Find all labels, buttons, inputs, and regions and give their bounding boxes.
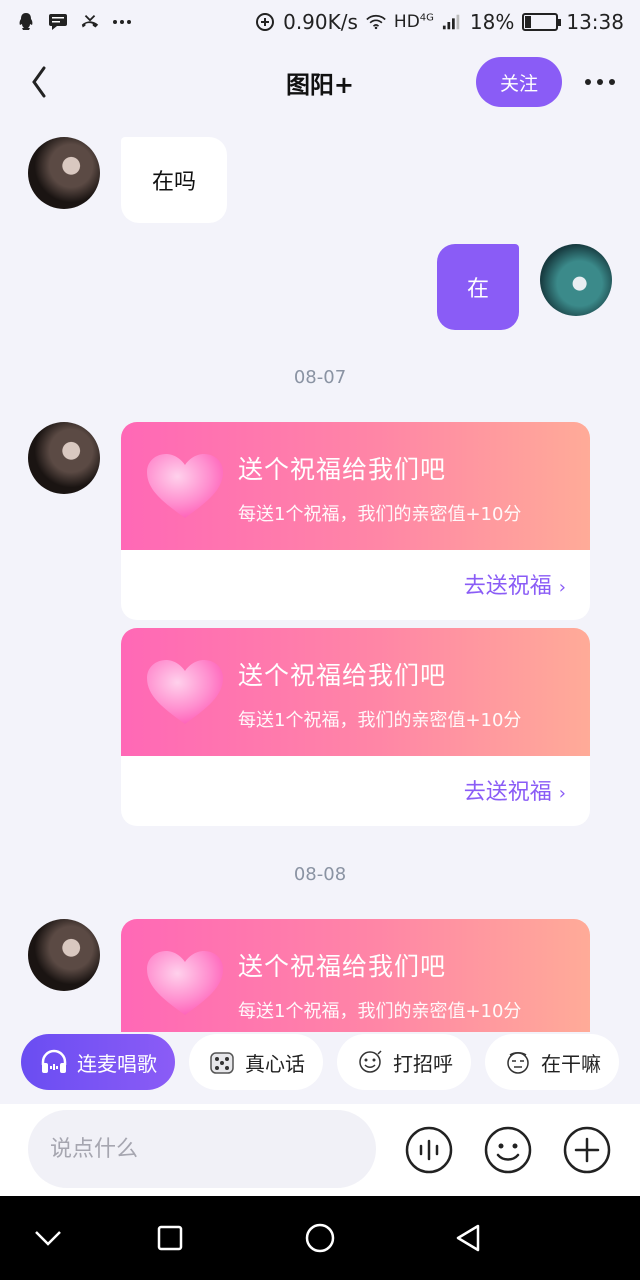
voice-wave-icon xyxy=(405,1126,453,1174)
follow-button[interactable]: 关注 xyxy=(476,57,562,107)
input-bar xyxy=(0,1104,640,1196)
contact-avatar[interactable] xyxy=(28,919,100,991)
status-right: 0.90K/s HD4G 18% 13:38 xyxy=(255,10,624,34)
add-button[interactable] xyxy=(563,1126,611,1174)
blessing-card: 送个祝福给我们吧 每送1个祝福，我们的亲密值+10分 去送祝福 › xyxy=(121,628,590,826)
battery-percent: 18% xyxy=(469,10,515,34)
outgoing-message: 在 xyxy=(437,244,519,330)
contact-avatar[interactable] xyxy=(28,422,100,494)
quick-action-label: 真心话 xyxy=(245,1051,305,1076)
missed-call-icon xyxy=(80,12,100,32)
quick-action-greet[interactable]: 打招呼 xyxy=(337,1034,471,1090)
blessing-card-title: 送个祝福给我们吧 xyxy=(238,952,447,981)
chevron-down-icon xyxy=(35,1231,61,1246)
nav-back-button[interactable] xyxy=(450,1220,486,1256)
network-hd: HD xyxy=(393,12,420,32)
blessing-card-banner: 送个祝福给我们吧 每送1个祝福，我们的亲密值+10分 xyxy=(121,919,590,1032)
network-speed: 0.90K/s xyxy=(283,10,358,34)
blessing-card-subtitle: 每送1个祝福，我们的亲密值+10分 xyxy=(238,710,522,731)
battery-level xyxy=(525,16,532,28)
blessing-card: 送个祝福给我们吧 每送1个祝福，我们的亲密值+10分 去送祝福 › xyxy=(121,422,590,620)
face-icon xyxy=(503,1047,533,1077)
signal-icon xyxy=(442,12,462,32)
status-bar: 0.90K/s HD4G 18% 13:38 xyxy=(0,0,640,44)
send-blessing-label: 去送祝福 xyxy=(463,574,552,599)
quick-action-label: 在干嘛 xyxy=(541,1051,601,1076)
blessing-card-title: 送个祝福给我们吧 xyxy=(238,661,447,690)
dot xyxy=(585,79,591,85)
dice-icon xyxy=(207,1047,237,1077)
my-avatar[interactable] xyxy=(540,244,612,316)
more-options-button[interactable] xyxy=(578,66,622,98)
quick-action-whatsup[interactable]: 在干嘛 xyxy=(485,1034,619,1090)
chat-header: 图阳+ 关注 xyxy=(0,44,640,120)
chevron-left-icon xyxy=(32,66,46,98)
nav-collapse-button[interactable] xyxy=(30,1220,66,1256)
heart-icon xyxy=(147,454,223,518)
date-divider: 08-07 xyxy=(293,367,347,388)
circle-icon xyxy=(305,1223,335,1253)
clock: 13:38 xyxy=(566,10,624,34)
send-blessing-link[interactable]: 去送祝福 › xyxy=(464,568,566,600)
smiley-icon xyxy=(484,1126,532,1174)
network-type: HD4G xyxy=(394,12,434,32)
plus-icon xyxy=(563,1126,611,1174)
quick-action-truth[interactable]: 真心话 xyxy=(189,1034,323,1090)
more-dots xyxy=(112,12,132,32)
qq-icon xyxy=(16,12,36,32)
blessing-card: 送个祝福给我们吧 每送1个祝福，我们的亲密值+10分 xyxy=(121,919,590,1032)
blessing-card-banner: 送个祝福给我们吧 每送1个祝福，我们的亲密值+10分 xyxy=(121,422,590,550)
heart-icon xyxy=(147,660,223,724)
data-saver-icon xyxy=(255,12,275,32)
headphones-icon xyxy=(39,1047,69,1077)
emoji-button[interactable] xyxy=(484,1126,532,1174)
quick-actions-row: 连麦唱歌 真心话 打招呼 在干嘛 xyxy=(0,1034,640,1094)
quick-action-sing[interactable]: 连麦唱歌 xyxy=(21,1034,175,1090)
nav-recents-button[interactable] xyxy=(152,1220,188,1256)
chat-title: 图阳+ xyxy=(285,70,355,99)
network-4g: 4G xyxy=(419,12,434,24)
wifi-icon xyxy=(366,12,386,32)
chevron-right-icon: › xyxy=(558,783,566,804)
heart-icon xyxy=(147,951,223,1015)
send-blessing-label: 去送祝福 xyxy=(463,780,552,805)
triangle-back-icon xyxy=(456,1224,480,1252)
incoming-message: 在吗 xyxy=(121,137,227,223)
blessing-card-subtitle: 每送1个祝福，我们的亲密值+10分 xyxy=(238,1001,522,1022)
dot xyxy=(597,79,603,85)
battery-icon xyxy=(522,13,562,31)
quick-action-label: 连麦唱歌 xyxy=(77,1051,157,1076)
nav-home-button[interactable] xyxy=(302,1220,338,1256)
message-icon xyxy=(48,12,68,32)
voice-button[interactable] xyxy=(405,1126,453,1174)
date-divider: 08-08 xyxy=(293,864,347,885)
blessing-card-banner: 送个祝福给我们吧 每送1个祝福，我们的亲密值+10分 xyxy=(121,628,590,756)
wave-icon xyxy=(355,1047,385,1077)
back-button[interactable] xyxy=(24,62,56,102)
status-left-icons xyxy=(16,12,132,32)
blessing-card-title: 送个祝福给我们吧 xyxy=(238,455,447,484)
dot xyxy=(609,79,615,85)
system-nav-bar xyxy=(0,1196,640,1280)
message-input[interactable] xyxy=(28,1110,376,1188)
square-icon xyxy=(157,1225,183,1251)
send-blessing-link[interactable]: 去送祝福 › xyxy=(464,774,566,806)
chevron-right-icon: › xyxy=(558,577,566,598)
blessing-card-subtitle: 每送1个祝福，我们的亲密值+10分 xyxy=(238,504,522,525)
quick-action-label: 打招呼 xyxy=(393,1051,453,1076)
contact-avatar[interactable] xyxy=(28,137,100,209)
